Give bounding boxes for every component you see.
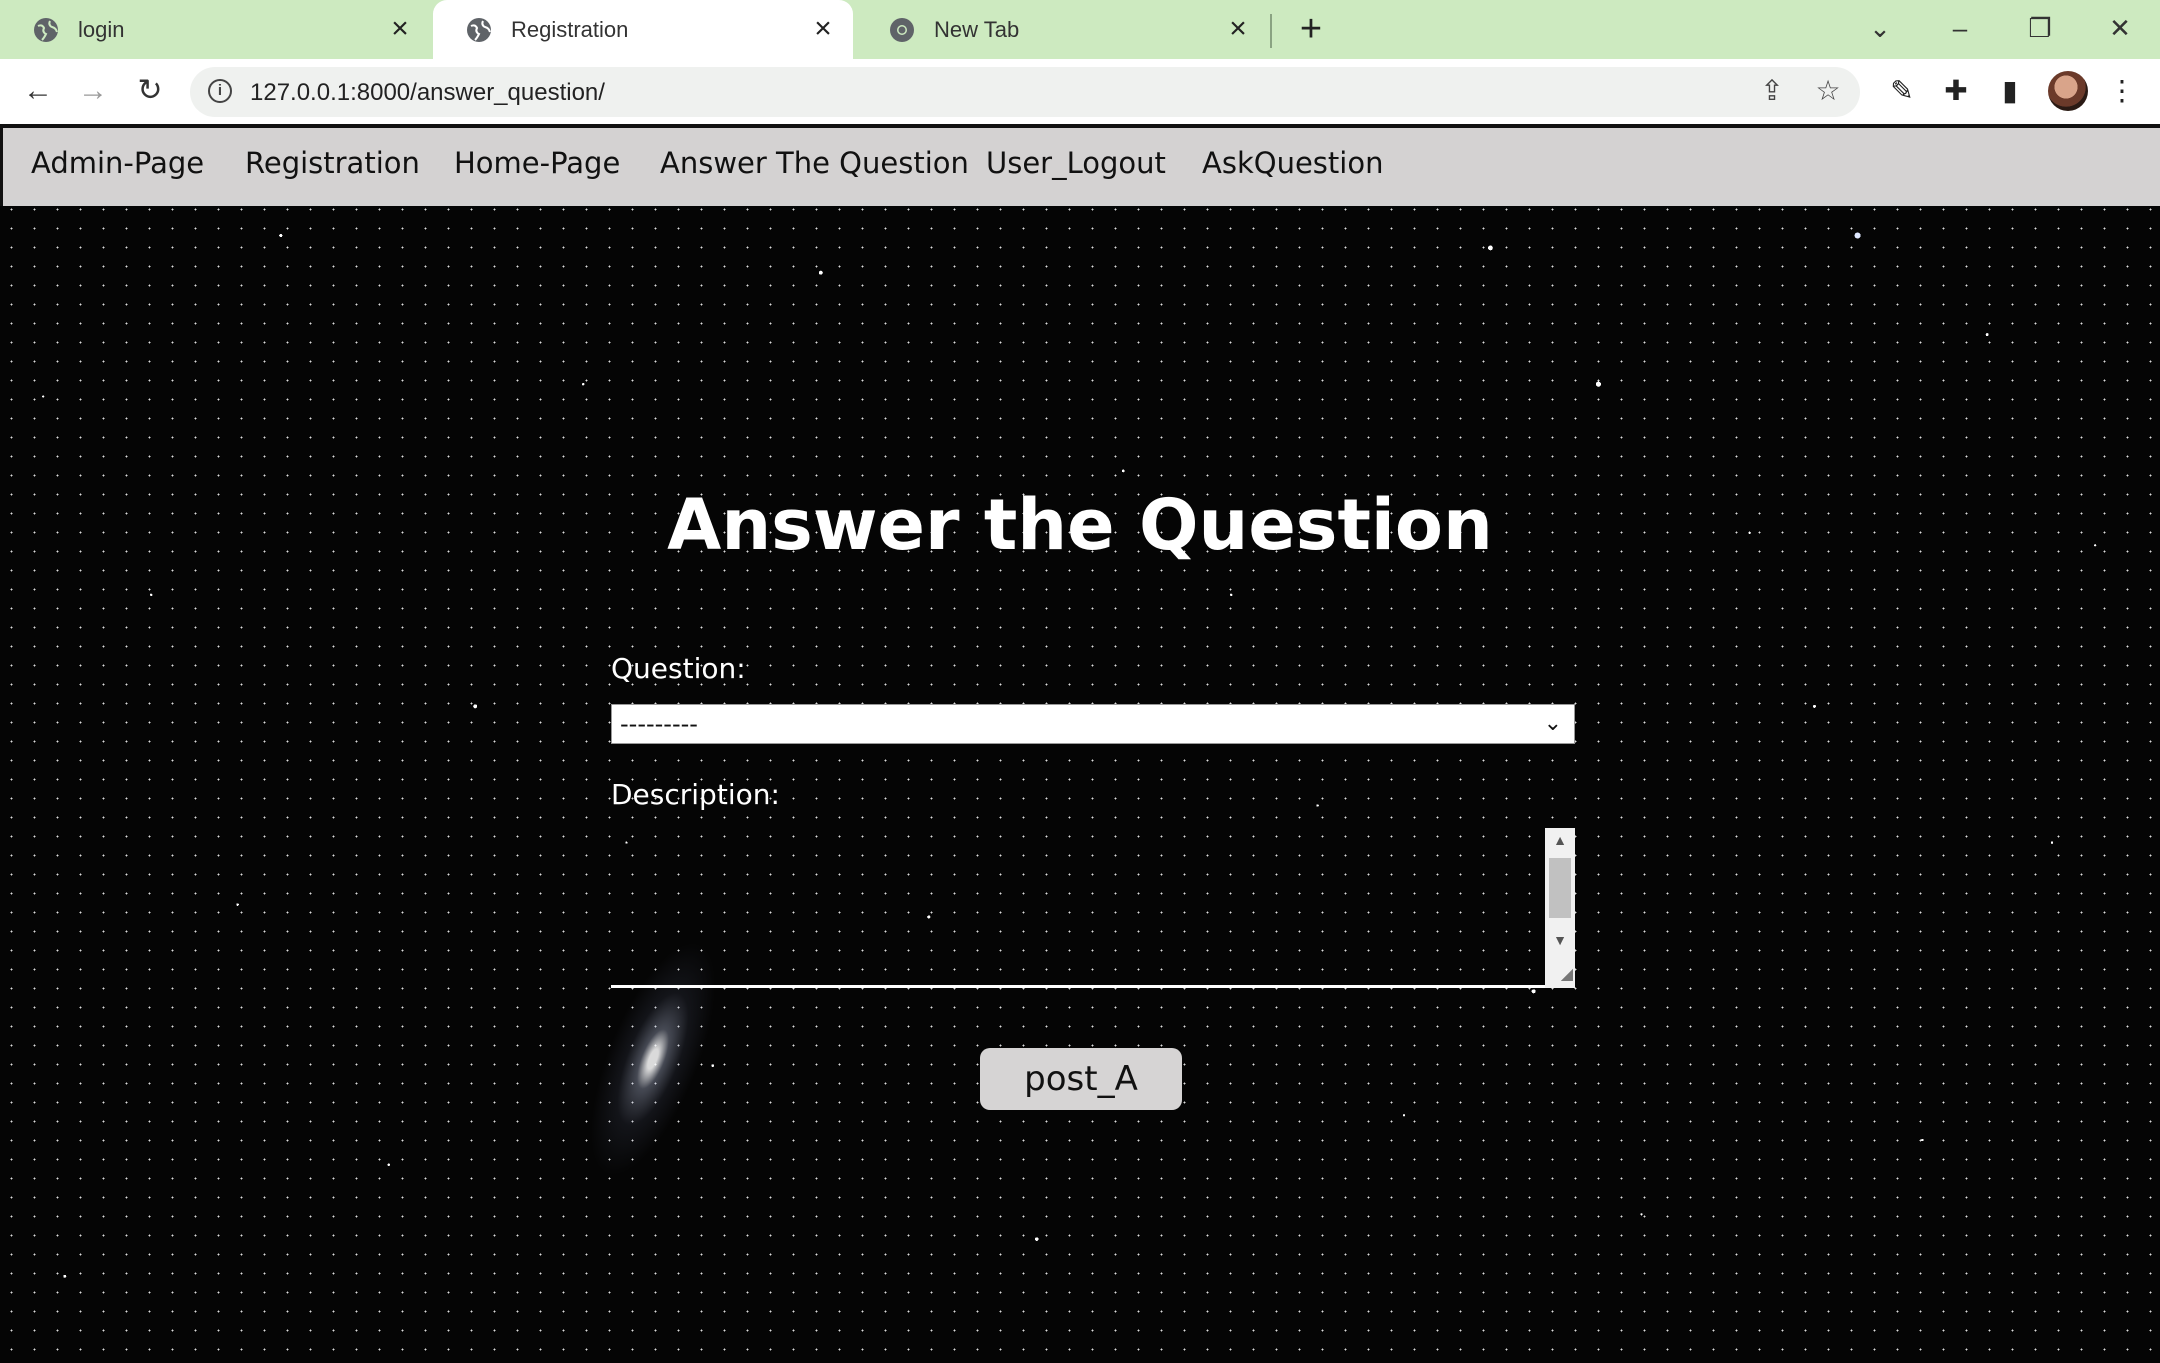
more-menu-icon[interactable]: ⋮ [2104, 73, 2140, 109]
new-tab-button[interactable]: + [1293, 10, 1329, 48]
profile-avatar[interactable] [2048, 71, 2088, 111]
nav-link-home-page[interactable]: Home-Page [454, 146, 620, 180]
info-icon[interactable]: i [208, 79, 232, 103]
close-icon[interactable]: × [1226, 13, 1250, 43]
nav-link-user-logout[interactable]: User_Logout [986, 146, 1166, 180]
page-content: Admin-Page Registration Home-Page Answer… [0, 124, 2160, 1363]
close-window-icon[interactable]: ✕ [2102, 10, 2138, 46]
restore-icon[interactable]: ❐ [2022, 10, 2058, 46]
eyedropper-extension-icon[interactable]: ✎ [1884, 73, 1920, 109]
site-navbar: Admin-Page Registration Home-Page Answer… [0, 124, 2160, 206]
tab-registration[interactable]: Registration × [433, 0, 853, 59]
scroll-up-icon[interactable]: ▲ [1545, 832, 1575, 848]
close-icon[interactable]: × [388, 13, 412, 43]
scroll-thumb[interactable] [1549, 858, 1571, 918]
nav-link-registration[interactable]: Registration [245, 146, 420, 180]
puzzle-extensions-icon[interactable]: ✚ [1938, 73, 1974, 109]
forward-arrow-icon[interactable]: → [75, 73, 111, 109]
question-select-value: --------- [620, 710, 698, 738]
tab-label: login [78, 16, 125, 42]
tab-label: Registration [511, 16, 629, 42]
globe-icon [32, 16, 60, 44]
tab-new-tab[interactable]: New Tab × [856, 0, 1268, 59]
description-label: Description: [611, 778, 780, 811]
question-select[interactable]: --------- ⌄ [611, 704, 1575, 744]
chevron-down-icon: ⌄ [1543, 711, 1562, 736]
close-icon[interactable]: × [811, 13, 835, 43]
share-icon[interactable]: ⇪ [1756, 75, 1788, 107]
description-textarea[interactable]: ▲ ▼ ◢ [611, 828, 1575, 988]
back-arrow-icon[interactable]: ← [20, 73, 56, 109]
nav-link-ask-question[interactable]: AskQuestion [1202, 146, 1383, 180]
minimize-icon[interactable]: – [1942, 10, 1978, 46]
nav-link-admin-page[interactable]: Admin-Page [31, 146, 204, 180]
tab-search-icon[interactable]: ⌄ [1862, 10, 1898, 46]
address-url[interactable]: 127.0.0.1:8000/answer_question/ [250, 79, 605, 107]
nav-link-answer-question[interactable]: Answer The Question [660, 146, 969, 180]
question-label: Question: [611, 652, 746, 685]
side-panel-icon[interactable]: ▮ [1992, 73, 2028, 109]
textarea-scrollbar[interactable]: ▲ ▼ [1545, 828, 1575, 988]
scroll-down-icon[interactable]: ▼ [1545, 932, 1575, 948]
tab-login[interactable]: login × [0, 0, 430, 59]
star-icon[interactable]: ☆ [1812, 75, 1844, 107]
tab-bar: login × Registration × New Tab × + ⌄ – ❐… [0, 0, 2160, 59]
address-bar[interactable]: i 127.0.0.1:8000/answer_question/ ⇪ ☆ [190, 67, 1860, 117]
reload-icon[interactable]: ↻ [132, 73, 168, 109]
chrome-icon [888, 16, 916, 44]
page-title: Answer the Question [667, 484, 1493, 566]
resize-handle-icon[interactable]: ◢ [1553, 965, 1573, 985]
post-answer-button[interactable]: post_A [980, 1048, 1182, 1110]
browser-toolbar: ← → ↻ i 127.0.0.1:8000/answer_question/ … [0, 59, 2160, 124]
tab-divider [1270, 14, 1272, 48]
globe-icon [465, 16, 493, 44]
tab-label: New Tab [934, 16, 1020, 42]
